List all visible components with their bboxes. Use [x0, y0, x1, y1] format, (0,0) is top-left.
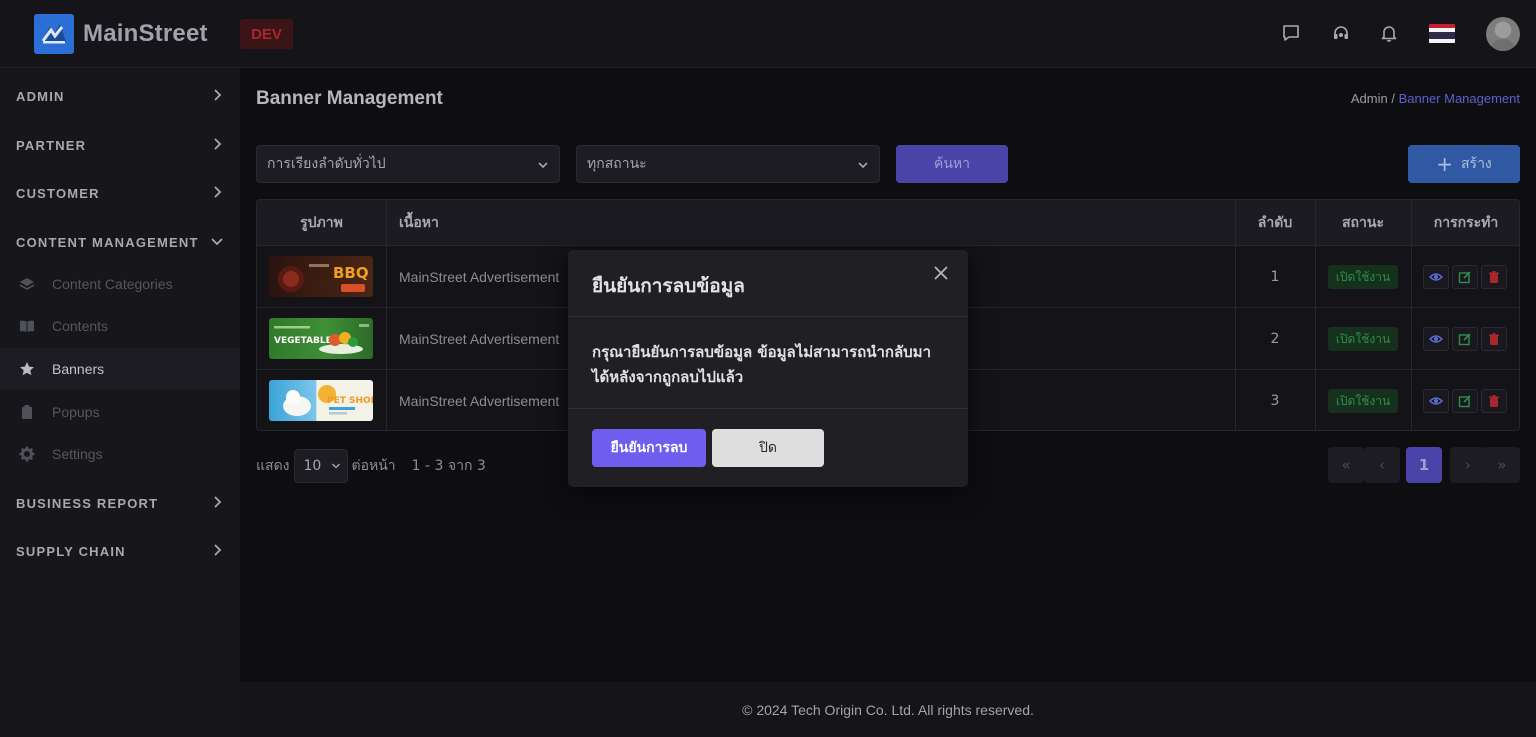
- modal-message-line: กรุณายืนยันการลบข้อมูล ข้อมูลไม่สามารถนำ…: [592, 343, 931, 361]
- modal-message-line: ได้หลังจากถูกลบไปแล้ว: [592, 368, 744, 386]
- delete-confirm-modal: ยืนยันการลบข้อมูล กรุณายืนยันการลบข้อมูล…: [568, 250, 968, 487]
- confirm-delete-button[interactable]: ยืนยันการลบ: [592, 429, 706, 467]
- modal-title: ยืนยันการลบข้อมูล: [592, 275, 745, 297]
- close-icon[interactable]: [930, 262, 952, 284]
- close-button[interactable]: ปิด: [712, 429, 824, 467]
- modal-header: ยืนยันการลบข้อมูล: [568, 250, 968, 317]
- modal-body: กรุณายืนยันการลบข้อมูล ข้อมูลไม่สามารถนำ…: [592, 340, 952, 390]
- modal-footer: ยืนยันการลบ ปิด: [568, 408, 968, 487]
